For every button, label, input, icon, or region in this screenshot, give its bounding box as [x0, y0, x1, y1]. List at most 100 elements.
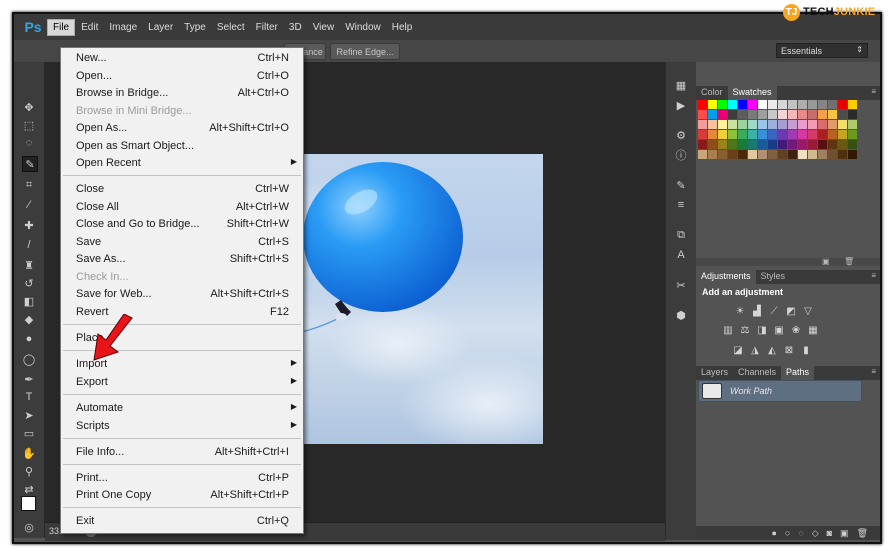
swatch[interactable] [818, 120, 828, 130]
rectangle-tool-icon[interactable]: ▭ [22, 426, 36, 440]
swatch[interactable] [728, 130, 738, 140]
clone-stamp-icon[interactable]: ♜ [22, 258, 36, 272]
menu-item-print[interactable]: Print... Ctrl+P [61, 471, 303, 487]
posterize-icon[interactable]: ◮ [749, 344, 761, 356]
menu-item-save-for-web[interactable]: Save for Web... Alt+Shift+Ctrl+S [61, 287, 303, 303]
hue-sat-icon[interactable]: ⚖ [739, 324, 751, 336]
swatch[interactable] [828, 110, 838, 120]
swatch[interactable] [708, 140, 718, 150]
healing-brush-icon[interactable]: ✚ [22, 218, 36, 232]
menu-type[interactable]: Type [179, 20, 211, 35]
swatch[interactable] [818, 110, 828, 120]
swatch[interactable] [698, 110, 708, 120]
swatch[interactable] [728, 100, 738, 110]
swatch[interactable] [808, 140, 818, 150]
properties-panel-icon[interactable]: ⚙ [674, 128, 688, 142]
swatch[interactable] [768, 140, 778, 150]
menu-item-print-one-copy[interactable]: Print One Copy Alt+Shift+Ctrl+P [61, 488, 303, 504]
menu-item-scripts[interactable]: Scripts ▶ [61, 419, 303, 435]
panel-menu-icon[interactable]: ≡ [871, 367, 876, 376]
swatch[interactable] [738, 150, 748, 160]
swatch[interactable] [818, 150, 828, 160]
menu-item-open[interactable]: Open... Ctrl+O [61, 69, 303, 85]
menu-item-open-smart-object[interactable]: Open as Smart Object... [61, 139, 303, 155]
swatch[interactable] [728, 110, 738, 120]
swatch[interactable] [728, 150, 738, 160]
swatch[interactable] [738, 110, 748, 120]
actions-panel-icon[interactable]: ▶ [674, 98, 688, 112]
crop-tool-icon[interactable]: ⌗ [22, 178, 36, 192]
info-panel-icon[interactable]: ⓘ [674, 148, 688, 162]
swatch[interactable] [818, 130, 828, 140]
type-tool-icon[interactable]: T [22, 390, 36, 404]
fill-path-icon[interactable]: ● [771, 528, 776, 538]
swatch[interactable] [778, 120, 788, 130]
brush-tool-icon[interactable]: / [22, 238, 36, 252]
panel-menu-icon[interactable]: ≡ [871, 87, 876, 96]
swatch[interactable] [738, 100, 748, 110]
swatch[interactable] [848, 100, 858, 110]
swatch[interactable] [748, 150, 758, 160]
tool-presets-icon[interactable]: ✂ [674, 278, 688, 292]
swatch[interactable] [698, 150, 708, 160]
image-canvas[interactable] [289, 154, 543, 444]
menu-item-exit[interactable]: Exit Ctrl+Q [61, 514, 303, 530]
swatch[interactable] [808, 130, 818, 140]
paint-bucket-icon[interactable]: ◆ [22, 312, 36, 326]
menu-item-open-as[interactable]: Open As... Alt+Shift+Ctrl+O [61, 121, 303, 137]
menu-3d[interactable]: 3D [284, 20, 307, 35]
swatch[interactable] [708, 110, 718, 120]
swatch[interactable] [798, 120, 808, 130]
menu-help[interactable]: Help [387, 20, 418, 35]
swatch[interactable] [808, 110, 818, 120]
swatch[interactable] [848, 110, 858, 120]
swatch[interactable] [768, 150, 778, 160]
brightness-icon[interactable]: ☀ [734, 305, 746, 317]
menu-item-export[interactable]: Export ▶ [61, 375, 303, 391]
path-row[interactable]: Work Path [698, 380, 862, 402]
swatch[interactable] [788, 130, 798, 140]
swatch[interactable] [778, 110, 788, 120]
swatch[interactable] [698, 140, 708, 150]
character-panel-icon[interactable]: A [674, 248, 688, 262]
swatch[interactable] [748, 110, 758, 120]
foreground-color-swatch[interactable] [21, 496, 36, 511]
swatch[interactable] [848, 150, 858, 160]
swatch[interactable] [848, 130, 858, 140]
tab-swatches[interactable]: Swatches [727, 86, 777, 100]
swatch[interactable] [788, 110, 798, 120]
tab-adjustments[interactable]: Adjustments [696, 270, 756, 284]
eyedropper-tool-icon[interactable]: ⁄ [22, 198, 36, 212]
panel-menu-icon[interactable]: ≡ [871, 271, 876, 280]
swatch[interactable] [718, 130, 728, 140]
swatch[interactable] [758, 140, 768, 150]
swatch[interactable] [768, 120, 778, 130]
swatch[interactable] [848, 120, 858, 130]
levels-icon[interactable]: ▟ [751, 305, 763, 317]
menu-item-browse-bridge[interactable]: Browse in Bridge... Alt+Ctrl+O [61, 86, 303, 102]
clone-source-icon[interactable]: ⧉ [674, 228, 688, 242]
swatch[interactable] [828, 120, 838, 130]
channel-mixer-icon[interactable]: ▦ [807, 324, 819, 336]
swatch[interactable] [788, 140, 798, 150]
workspace-select[interactable]: Essentials ⇕ [776, 43, 868, 58]
tab-color[interactable]: Color [696, 86, 728, 100]
history-brush-icon[interactable]: ↺ [22, 276, 36, 290]
swatch[interactable] [798, 110, 808, 120]
swatch[interactable] [758, 100, 768, 110]
menu-window[interactable]: Window [340, 20, 386, 35]
swatch[interactable] [828, 140, 838, 150]
swatch[interactable] [828, 130, 838, 140]
swatch[interactable] [838, 130, 848, 140]
menu-select[interactable]: Select [212, 20, 250, 35]
tab-layers[interactable]: Layers [696, 366, 733, 380]
swatch[interactable] [808, 120, 818, 130]
swatch[interactable] [838, 140, 848, 150]
menu-item-open-recent[interactable]: Open Recent ▶ [61, 156, 303, 172]
swatch[interactable] [708, 130, 718, 140]
swatch[interactable] [718, 110, 728, 120]
swatch[interactable] [728, 140, 738, 150]
zoom-tool-icon[interactable]: ⚲ [22, 464, 36, 478]
menu-layer[interactable]: Layer [143, 20, 178, 35]
swatch[interactable] [758, 150, 768, 160]
